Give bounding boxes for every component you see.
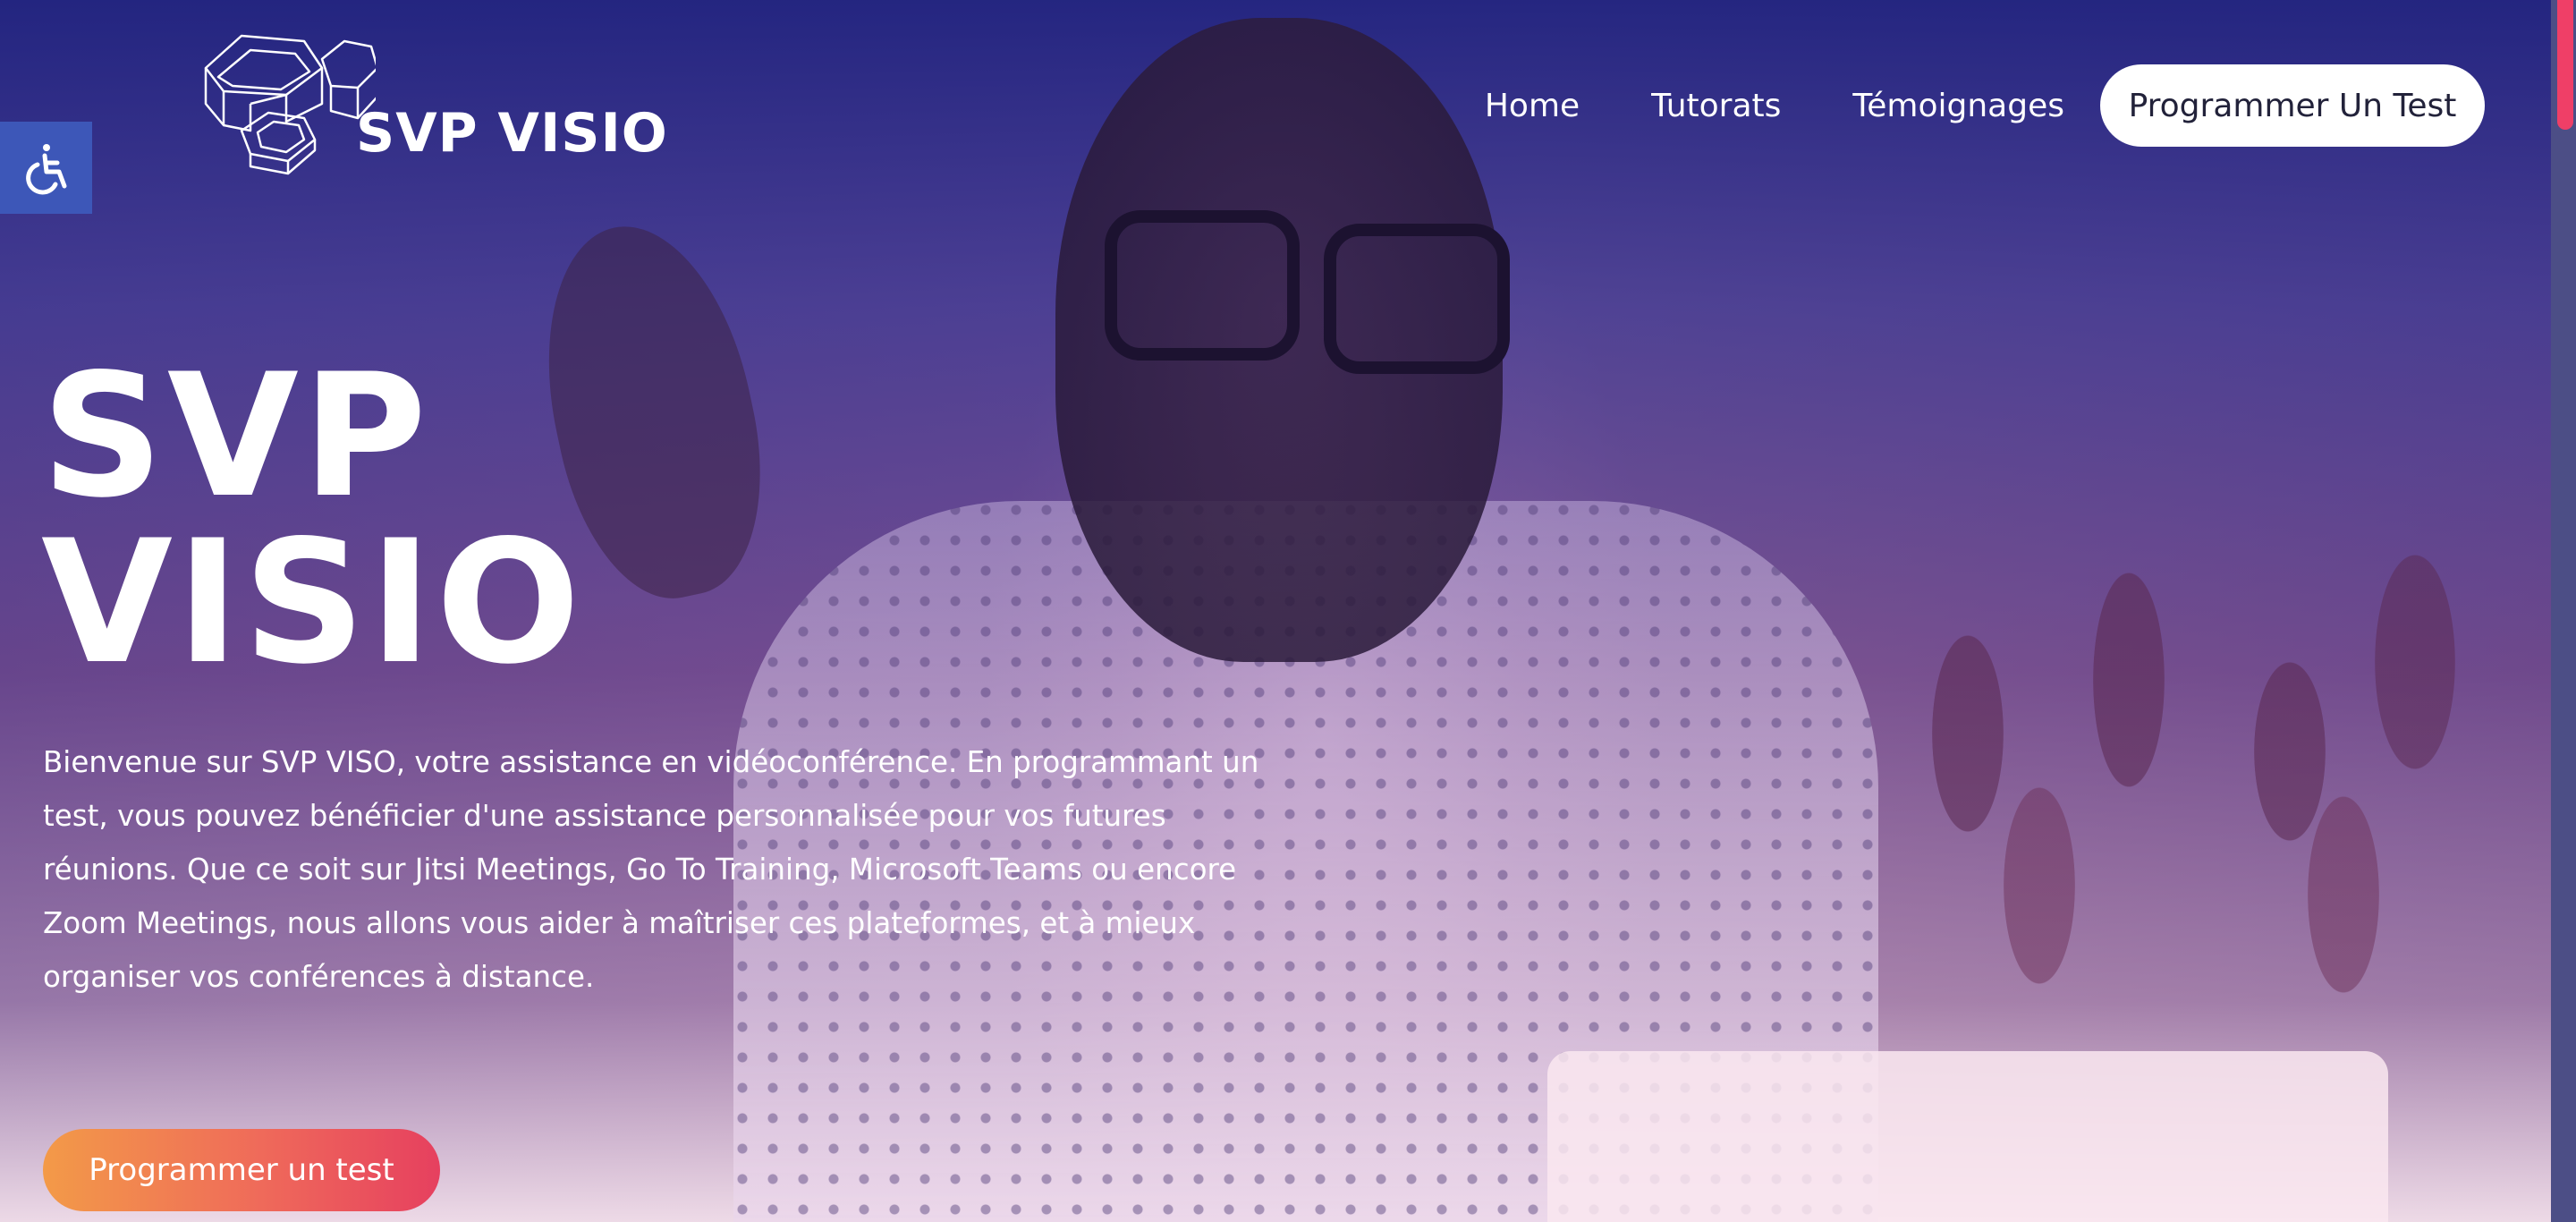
page-scrollbar[interactable] [2551, 0, 2576, 1222]
logo-cube-icon [204, 34, 376, 175]
nav-tutorats[interactable]: Tutorats [1651, 88, 1781, 124]
wheelchair-icon [25, 143, 66, 194]
nav-home[interactable]: Home [1485, 88, 1580, 124]
background-plant [1789, 465, 2522, 1091]
accessibility-button[interactable] [0, 122, 92, 214]
hero-description: Bienvenue sur SVP VISO, votre assistance… [43, 745, 1259, 994]
hero-title-line2: VISIO [41, 504, 584, 701]
background-glasses-left [1105, 210, 1300, 361]
schedule-test-button[interactable]: Programmer un test [43, 1129, 440, 1211]
main-nav: Home Tutorats Témoignages Programmer Un … [1413, 64, 2485, 147]
schedule-test-nav-button[interactable]: Programmer Un Test [2100, 64, 2485, 147]
hero-title-line1: SVP [41, 337, 431, 535]
logo-text: SVP VISIO [356, 102, 668, 165]
nav-temoignages[interactable]: Témoignages [1852, 88, 2064, 124]
background-laptop [1547, 1051, 2388, 1222]
hero-title: SVP VISIO [41, 337, 584, 701]
hero-section: SVP VISIO Home Tutorats Témoignages Prog… [0, 0, 2551, 1222]
background-glasses-right [1324, 224, 1510, 374]
scrollbar-thumb[interactable] [2557, 0, 2573, 130]
site-logo[interactable]: SVP VISIO [188, 32, 667, 175]
